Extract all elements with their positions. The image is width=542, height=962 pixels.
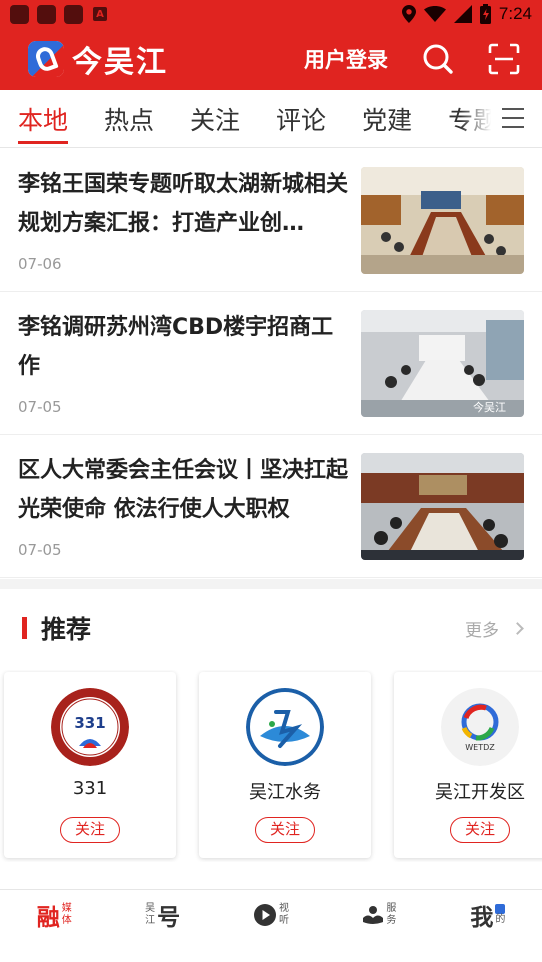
thumbnail-watermark: 今吴江 (473, 400, 506, 414)
account-logo-water (246, 688, 324, 766)
news-thumbnail: 今吴江 (361, 310, 524, 417)
notification-icon (64, 4, 83, 24)
tab-follow[interactable]: 关注 (190, 90, 240, 147)
news-item[interactable]: 李铭调研苏州湾CBD楼宇招商工作 07-05 今吴江 (0, 292, 542, 435)
follow-button[interactable]: 关注 (450, 817, 510, 843)
nav-account-label: 号 (157, 905, 181, 931)
play-icon (254, 904, 277, 926)
app-logo-text: 今吴江 (72, 45, 168, 80)
follow-button[interactable]: 关注 (255, 817, 315, 843)
nav-account[interactable]: 吴 江 号 (108, 890, 216, 962)
bottom-nav: 融 媒 体 吴 江 号 视 听 服 务 我 的 (0, 889, 542, 962)
notification-icon (37, 4, 56, 24)
account-card[interactable]: 331 331 关注 (4, 672, 176, 858)
account-name: 331 (72, 778, 108, 799)
service-icon (363, 906, 384, 924)
status-time: 7:24 (498, 4, 532, 23)
login-button[interactable]: 用户登录 (304, 44, 388, 74)
search-icon[interactable] (422, 43, 454, 75)
nav-media[interactable]: 融 媒 体 (0, 890, 108, 962)
section-accent-bar (22, 617, 27, 639)
section-divider (0, 579, 542, 589)
news-thumbnail (361, 167, 524, 274)
battery-icon (479, 4, 491, 24)
news-title: 李铭调研苏州湾CBD楼宇招商工作 (18, 315, 334, 379)
tab-party[interactable]: 党建 (362, 90, 412, 147)
location-icon (401, 5, 416, 23)
tabs-fade (460, 90, 542, 147)
signal-icon (453, 5, 472, 23)
status-bar: A 7:24 (0, 0, 542, 28)
nav-video[interactable]: 视 听 (217, 890, 325, 962)
account-name: 吴江开发区 (435, 782, 525, 803)
nav-mine-label: 我 (470, 905, 494, 931)
news-date: 07-05 (18, 541, 62, 559)
app-notification-icon: A (93, 7, 107, 21)
notification-icon (10, 4, 29, 24)
wifi-icon (423, 6, 446, 22)
account-card[interactable]: 吴江水务 关注 (199, 672, 371, 858)
more-link[interactable]: 更多 (465, 616, 524, 641)
app-header: 今吴江 用户登录 (0, 28, 542, 90)
account-card[interactable]: WETDZ 吴江开发区 关注 (394, 672, 542, 858)
account-logo-wetdz: WETDZ (441, 688, 519, 766)
tab-hot[interactable]: 热点 (104, 90, 154, 147)
news-date: 07-05 (18, 398, 62, 416)
svg-text:331: 331 (74, 714, 105, 732)
news-item[interactable]: 区人大常委会主任会议丨坚决扛起光荣使命 依法行使人大职权 07-05 (0, 435, 542, 578)
tab-local[interactable]: 本地 (18, 90, 69, 147)
nav-service[interactable]: 服 务 (325, 890, 433, 962)
news-title: 区人大常委会主任会议丨坚决扛起光荣使命 依法行使人大职权 (18, 458, 348, 522)
tab-comment[interactable]: 评论 (276, 90, 326, 147)
account-logo-331: 331 (51, 688, 129, 766)
scan-icon[interactable] (488, 43, 520, 75)
chevron-right-icon (511, 621, 524, 635)
recommend-title: 推荐 (41, 615, 92, 644)
news-list: 李铭王国荣专题听取太湖新城相关规划方案汇报：打造产业创… 07-06 李铭调研苏… (0, 149, 542, 578)
account-name: 吴江水务 (249, 782, 321, 803)
news-thumbnail (361, 453, 524, 560)
news-item[interactable]: 李铭王国荣专题听取太湖新城相关规划方案汇报：打造产业创… 07-06 (0, 149, 542, 292)
news-title: 李铭王国荣专题听取太湖新城相关规划方案汇报：打造产业创… (18, 172, 348, 236)
nav-mine[interactable]: 我 的 (434, 890, 542, 962)
follow-button[interactable]: 关注 (60, 817, 120, 843)
more-label: 更多 (465, 620, 499, 641)
svg-text:WETDZ: WETDZ (465, 743, 495, 752)
channel-tabs: 本地 热点 关注 评论 党建 专题 (0, 90, 542, 148)
nav-mine-badge-icon (495, 904, 506, 914)
recommend-cards: 331 331 关注 吴江水务 关注 WETDZ 吴江开发区 关注 (0, 670, 542, 862)
news-date: 07-06 (18, 255, 62, 273)
app-logo-icon (28, 41, 64, 77)
channel-menu-icon[interactable] (502, 108, 524, 128)
nav-media-label: 融 (36, 905, 60, 931)
recommend-header: 推荐 更多 (0, 600, 542, 656)
